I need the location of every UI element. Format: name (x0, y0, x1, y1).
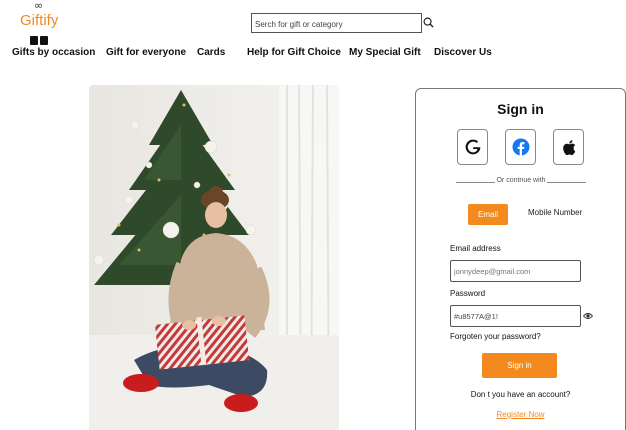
register-link[interactable]: Register Now (416, 410, 625, 419)
nav-cards[interactable]: Cards (197, 47, 225, 58)
email-field-box (450, 260, 581, 282)
or-continue-divider: Or contnue with (456, 177, 586, 184)
divider-text: Or contnue with (495, 177, 547, 184)
hero-image (89, 85, 339, 430)
nav-help-for-gift-choice[interactable]: Help for Gift Choice (247, 47, 341, 58)
show-password-eye-icon[interactable] (583, 312, 593, 320)
brand-logo[interactable]: ∞ Giftify (20, 0, 60, 46)
password-field-box (450, 305, 581, 327)
password-label: Password (450, 289, 486, 298)
forgot-password-link[interactable]: Forgoten your password? (450, 332, 541, 341)
nav-discover-us[interactable]: Discover Us (434, 47, 492, 58)
signin-title: Sign in (497, 101, 544, 117)
google-icon (465, 139, 480, 155)
email-label: Email address (450, 244, 501, 253)
logo-text: Giftify (20, 12, 59, 29)
google-signin-button[interactable] (457, 129, 488, 165)
logo-mark: ∞ (34, 0, 44, 12)
nav-gift-for-everyone[interactable]: Gift for everyone (106, 47, 186, 58)
tab-email[interactable]: Email (468, 204, 508, 225)
nav-my-special-gift[interactable]: My Special Gift (349, 47, 421, 58)
signin-panel: Sign in Or contnue with Email Mobile Num… (415, 88, 626, 430)
tab-mobile-number[interactable]: Mobile Number (528, 208, 582, 217)
main-nav: Gifts by occasion Gift for everyone Card… (0, 47, 626, 61)
apple-signin-button[interactable] (553, 129, 584, 165)
search-icon[interactable] (423, 17, 434, 28)
email-field[interactable] (451, 261, 580, 282)
facebook-icon (512, 138, 529, 156)
no-account-text: Don t you have an account? (470, 390, 571, 399)
apple-icon (562, 139, 575, 155)
search-input[interactable] (252, 15, 421, 34)
signin-button[interactable]: Sign in (482, 353, 557, 378)
facebook-signin-button[interactable] (505, 129, 536, 165)
gift-boxes-icon (30, 36, 48, 45)
password-field[interactable] (451, 306, 580, 327)
search-box (251, 13, 422, 34)
nav-gifts-by-occasion[interactable]: Gifts by occasion (12, 47, 95, 58)
